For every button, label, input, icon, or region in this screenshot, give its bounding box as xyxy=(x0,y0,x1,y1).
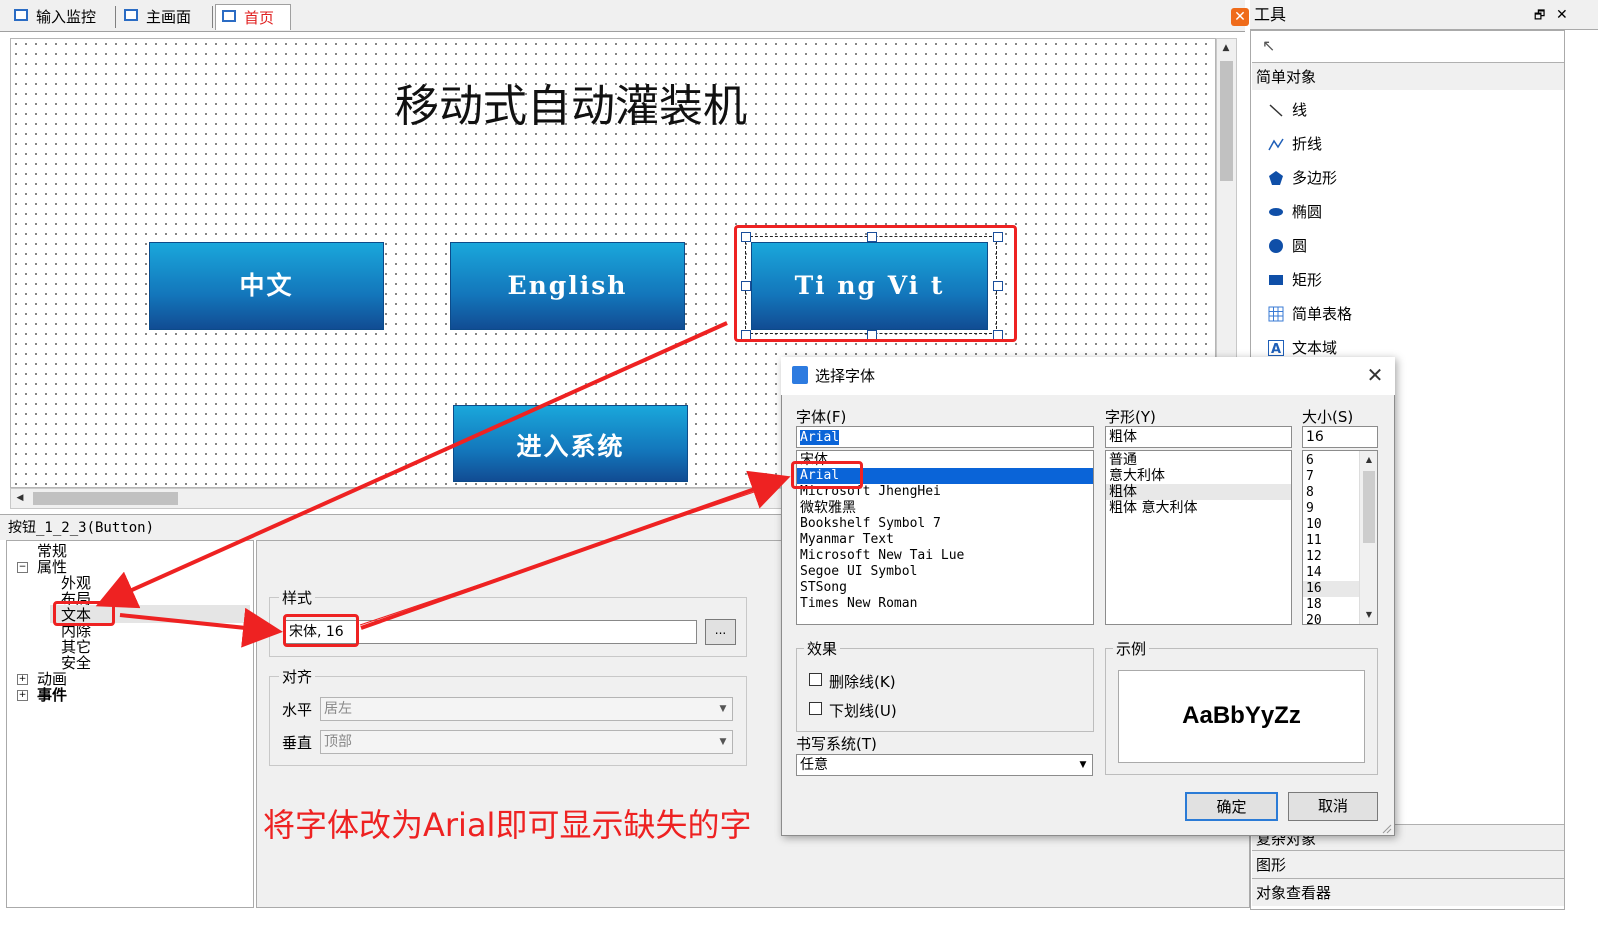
arrow-thin-line xyxy=(359,489,761,626)
arrow-button-to-text-node xyxy=(95,321,728,609)
arrow-text-node-to-style xyxy=(119,607,283,648)
annotation-arrows xyxy=(95,321,791,648)
